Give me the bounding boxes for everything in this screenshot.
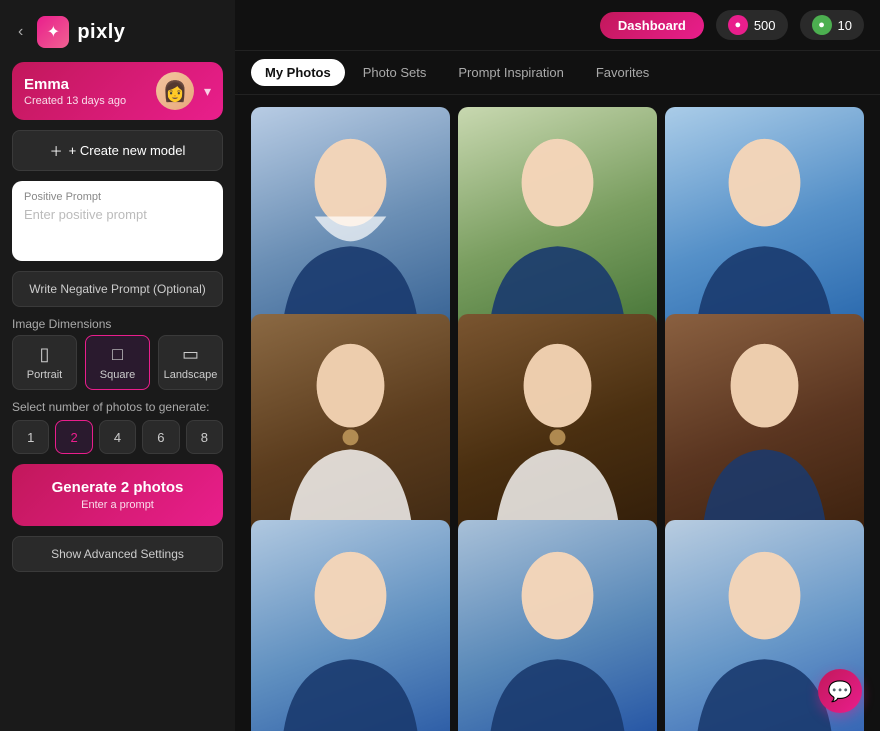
portrait-button[interactable]: ▯ Portrait [12,335,77,390]
count-1-button[interactable]: 1 [12,420,49,454]
photo-card-8[interactable] [458,520,657,731]
credit-extra: 10 [838,18,852,33]
count-2-button[interactable]: 2 [55,420,92,454]
count-4-button[interactable]: 4 [99,420,136,454]
count-label: Select number of photos to generate: [12,400,223,414]
tab-my-photos[interactable]: My Photos [251,59,345,86]
create-model-button[interactable]: ＋ + Create new model [12,130,223,171]
square-icon: □ [112,344,123,365]
credit-icon-pink: ● [728,15,748,35]
chevron-down-icon: ▾ [204,83,211,100]
count-8-button[interactable]: 8 [186,420,223,454]
logo-icon: ✦ [37,16,69,48]
credit-amount: 500 [754,18,776,33]
tab-prompt-inspiration[interactable]: Prompt Inspiration [444,59,578,86]
credit-badge-main: ● 500 [716,10,788,40]
credit-icon-green: ● [812,15,832,35]
back-button[interactable]: ‹ [12,21,29,43]
count-6-button[interactable]: 6 [142,420,179,454]
prompt-placeholder: Enter positive prompt [24,207,211,222]
topbar: Dashboard ● 500 ● 10 [235,0,880,51]
positive-prompt-box[interactable]: Positive Prompt Enter positive prompt [12,181,223,261]
avatar: 👩 [156,72,194,110]
photo-bg-8 [458,520,657,731]
generate-label: Generate 2 photos [26,478,209,498]
user-info: Emma Created 13 days ago [24,76,146,107]
count-options: 1 2 4 6 8 [12,420,223,454]
plus-icon: ＋ [50,141,63,160]
landscape-label: Landscape [164,369,218,381]
advanced-settings-button[interactable]: Show Advanced Settings [12,536,223,572]
photo-bg-7 [251,520,450,731]
dimensions-section: Image Dimensions ▯ Portrait □ Square ▭ L… [12,317,223,390]
square-label: Square [100,369,135,381]
square-button[interactable]: □ Square [85,335,150,390]
generate-sub: Enter a prompt [26,498,209,512]
logo-text: pixly [77,21,125,44]
credit-badge-extra: ● 10 [800,10,864,40]
tab-favorites[interactable]: Favorites [582,59,663,86]
landscape-button[interactable]: ▭ Landscape [158,335,223,390]
user-name: Emma [24,76,146,93]
portrait-icon: ▯ [40,344,50,365]
generate-button[interactable]: Generate 2 photos Enter a prompt [12,464,223,526]
portrait-label: Portrait [27,369,62,381]
logo-row: ‹ ✦ pixly [12,12,223,52]
photo-card-7[interactable] [251,520,450,731]
user-card[interactable]: Emma Created 13 days ago 👩 ▾ [12,62,223,120]
main-content: Dashboard ● 500 ● 10 My Photos Photo Set… [235,0,880,731]
prompt-label: Positive Prompt [24,191,211,203]
dimensions-label: Image Dimensions [12,317,223,331]
photo-grid: Em... Professional Headsh... Em... Profe… [235,95,880,731]
negative-prompt-button[interactable]: Write Negative Prompt (Optional) [12,271,223,307]
tab-photo-sets[interactable]: Photo Sets [349,59,441,86]
dimension-options: ▯ Portrait □ Square ▭ Landscape [12,335,223,390]
tabs: My Photos Photo Sets Prompt Inspiration … [235,51,880,95]
chat-bubble-button[interactable]: 💬 [818,669,862,713]
sidebar: ‹ ✦ pixly Emma Created 13 days ago 👩 ▾ ＋… [0,0,235,731]
user-created: Created 13 days ago [24,95,146,107]
dashboard-button[interactable]: Dashboard [600,12,704,39]
count-section: Select number of photos to generate: 1 2… [12,400,223,454]
landscape-icon: ▭ [182,344,199,365]
